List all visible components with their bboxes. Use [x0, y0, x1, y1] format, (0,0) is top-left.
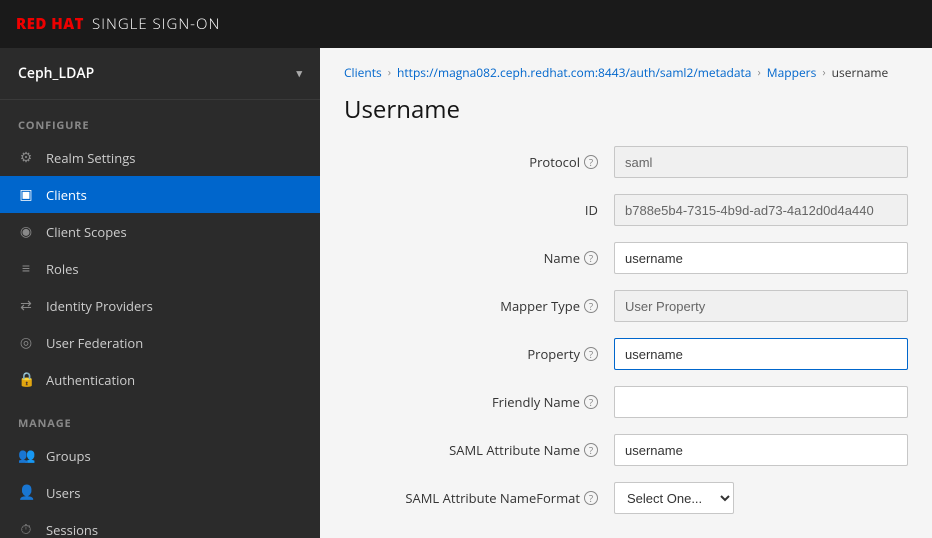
- sidebar-item-label: Identity Providers: [46, 297, 153, 315]
- app-logo: RED HAT SINGLE SIGN-ON: [16, 14, 220, 34]
- sidebar-item-groups[interactable]: 👥 Groups: [0, 437, 320, 474]
- sidebar-item-realm-settings[interactable]: ⚙ Realm Settings: [0, 139, 320, 176]
- main-layout: Ceph_LDAP ▾ Configure ⚙ Realm Settings ▣…: [0, 48, 932, 538]
- breadcrumb-metadata-url[interactable]: https://magna082.ceph.redhat.com:8443/au…: [397, 64, 751, 81]
- breadcrumb-clients[interactable]: Clients: [344, 64, 382, 81]
- groups-icon: 👥: [18, 446, 34, 465]
- property-label: Property ?: [344, 345, 614, 363]
- saml-attribute-nameformat-control: Select One... Basic URI Reference Unspec…: [614, 482, 908, 514]
- breadcrumb-sep-3: ›: [822, 65, 825, 80]
- protocol-help-icon[interactable]: ?: [584, 155, 598, 169]
- sidebar-item-roles[interactable]: ≡ Roles: [0, 250, 320, 287]
- saml-attribute-nameformat-help-icon[interactable]: ?: [584, 491, 598, 505]
- friendly-name-control: [614, 386, 908, 418]
- form-container: Protocol ? ID Name ?: [320, 146, 932, 538]
- sidebar-item-identity-providers[interactable]: ⇄ Identity Providers: [0, 287, 320, 324]
- authentication-icon: 🔒: [18, 370, 34, 389]
- button-row: Save Cancel: [614, 530, 908, 538]
- friendly-name-row: Friendly Name ?: [344, 386, 908, 418]
- name-input[interactable]: [614, 242, 908, 274]
- saml-attribute-name-control: [614, 434, 908, 466]
- sidebar-item-authentication[interactable]: 🔒 Authentication: [0, 361, 320, 398]
- protocol-control: [614, 146, 908, 178]
- property-control: [614, 338, 908, 370]
- friendly-name-label: Friendly Name ?: [344, 393, 614, 411]
- sidebar-item-label: Client Scopes: [46, 223, 127, 241]
- sidebar-item-user-federation[interactable]: ◎ User Federation: [0, 324, 320, 361]
- chevron-down-icon: ▾: [296, 66, 302, 81]
- sidebar-item-clients[interactable]: ▣ Clients: [0, 176, 320, 213]
- sidebar-item-label: User Federation: [46, 334, 143, 352]
- mapper-type-label: Mapper Type ?: [344, 297, 614, 315]
- sidebar-item-users[interactable]: 👤 Users: [0, 474, 320, 511]
- saml-attribute-name-row: SAML Attribute Name ?: [344, 434, 908, 466]
- users-icon: 👤: [18, 483, 34, 502]
- sidebar: Ceph_LDAP ▾ Configure ⚙ Realm Settings ▣…: [0, 48, 320, 538]
- realm-selector[interactable]: Ceph_LDAP ▾: [0, 48, 320, 100]
- name-control: [614, 242, 908, 274]
- logo-sso: SINGLE SIGN-ON: [92, 14, 220, 34]
- realm-name: Ceph_LDAP: [18, 64, 94, 83]
- saml-attribute-name-label: SAML Attribute Name ?: [344, 441, 614, 459]
- id-label: ID: [344, 201, 614, 219]
- protocol-label: Protocol ?: [344, 153, 614, 171]
- id-input[interactable]: [614, 194, 908, 226]
- sidebar-item-label: Roles: [46, 260, 79, 278]
- sidebar-item-label: Clients: [46, 186, 87, 204]
- clients-icon: ▣: [18, 185, 34, 204]
- roles-icon: ≡: [18, 259, 34, 278]
- mapper-type-control: [614, 290, 908, 322]
- breadcrumb-sep-1: ›: [388, 65, 391, 80]
- saml-attribute-nameformat-select[interactable]: Select One... Basic URI Reference Unspec…: [614, 482, 734, 514]
- property-row: Property ?: [344, 338, 908, 370]
- logo-redhat: RED HAT: [16, 14, 84, 34]
- sidebar-item-label: Users: [46, 484, 80, 502]
- id-control: [614, 194, 908, 226]
- protocol-row: Protocol ?: [344, 146, 908, 178]
- property-help-icon[interactable]: ?: [584, 347, 598, 361]
- mapper-type-row: Mapper Type ?: [344, 290, 908, 322]
- sessions-icon: ⏱: [18, 520, 34, 538]
- page-title: Username: [320, 81, 932, 146]
- name-label: Name ?: [344, 249, 614, 267]
- sidebar-item-label: Groups: [46, 447, 91, 465]
- friendly-name-input[interactable]: [614, 386, 908, 418]
- saml-attribute-name-help-icon[interactable]: ?: [584, 443, 598, 457]
- saml-attribute-nameformat-row: SAML Attribute NameFormat ? Select One..…: [344, 482, 908, 514]
- mapper-type-help-icon[interactable]: ?: [584, 299, 598, 313]
- name-row: Name ?: [344, 242, 908, 274]
- id-row: ID: [344, 194, 908, 226]
- property-input[interactable]: [614, 338, 908, 370]
- sidebar-item-label: Authentication: [46, 371, 135, 389]
- friendly-name-help-icon[interactable]: ?: [584, 395, 598, 409]
- client-scopes-icon: ◉: [18, 222, 34, 241]
- breadcrumb: Clients › https://magna082.ceph.redhat.c…: [320, 48, 932, 81]
- breadcrumb-sep-2: ›: [757, 65, 760, 80]
- protocol-input[interactable]: [614, 146, 908, 178]
- sidebar-item-sessions[interactable]: ⏱ Sessions: [0, 511, 320, 538]
- content-area: Clients › https://magna082.ceph.redhat.c…: [320, 48, 932, 538]
- identity-providers-icon: ⇄: [18, 296, 34, 315]
- realm-settings-icon: ⚙: [18, 148, 34, 167]
- user-federation-icon: ◎: [18, 333, 34, 352]
- saml-attribute-nameformat-label: SAML Attribute NameFormat ?: [344, 489, 614, 507]
- sidebar-item-label: Sessions: [46, 521, 98, 538]
- sidebar-item-client-scopes[interactable]: ◉ Client Scopes: [0, 213, 320, 250]
- breadcrumb-mappers[interactable]: Mappers: [767, 64, 817, 81]
- mapper-type-input[interactable]: [614, 290, 908, 322]
- breadcrumb-current: username: [832, 64, 889, 81]
- name-help-icon[interactable]: ?: [584, 251, 598, 265]
- sidebar-item-label: Realm Settings: [46, 149, 135, 167]
- topbar: RED HAT SINGLE SIGN-ON: [0, 0, 932, 48]
- configure-section-label: Configure: [0, 100, 320, 139]
- saml-attribute-name-input[interactable]: [614, 434, 908, 466]
- manage-section-label: Manage: [0, 398, 320, 437]
